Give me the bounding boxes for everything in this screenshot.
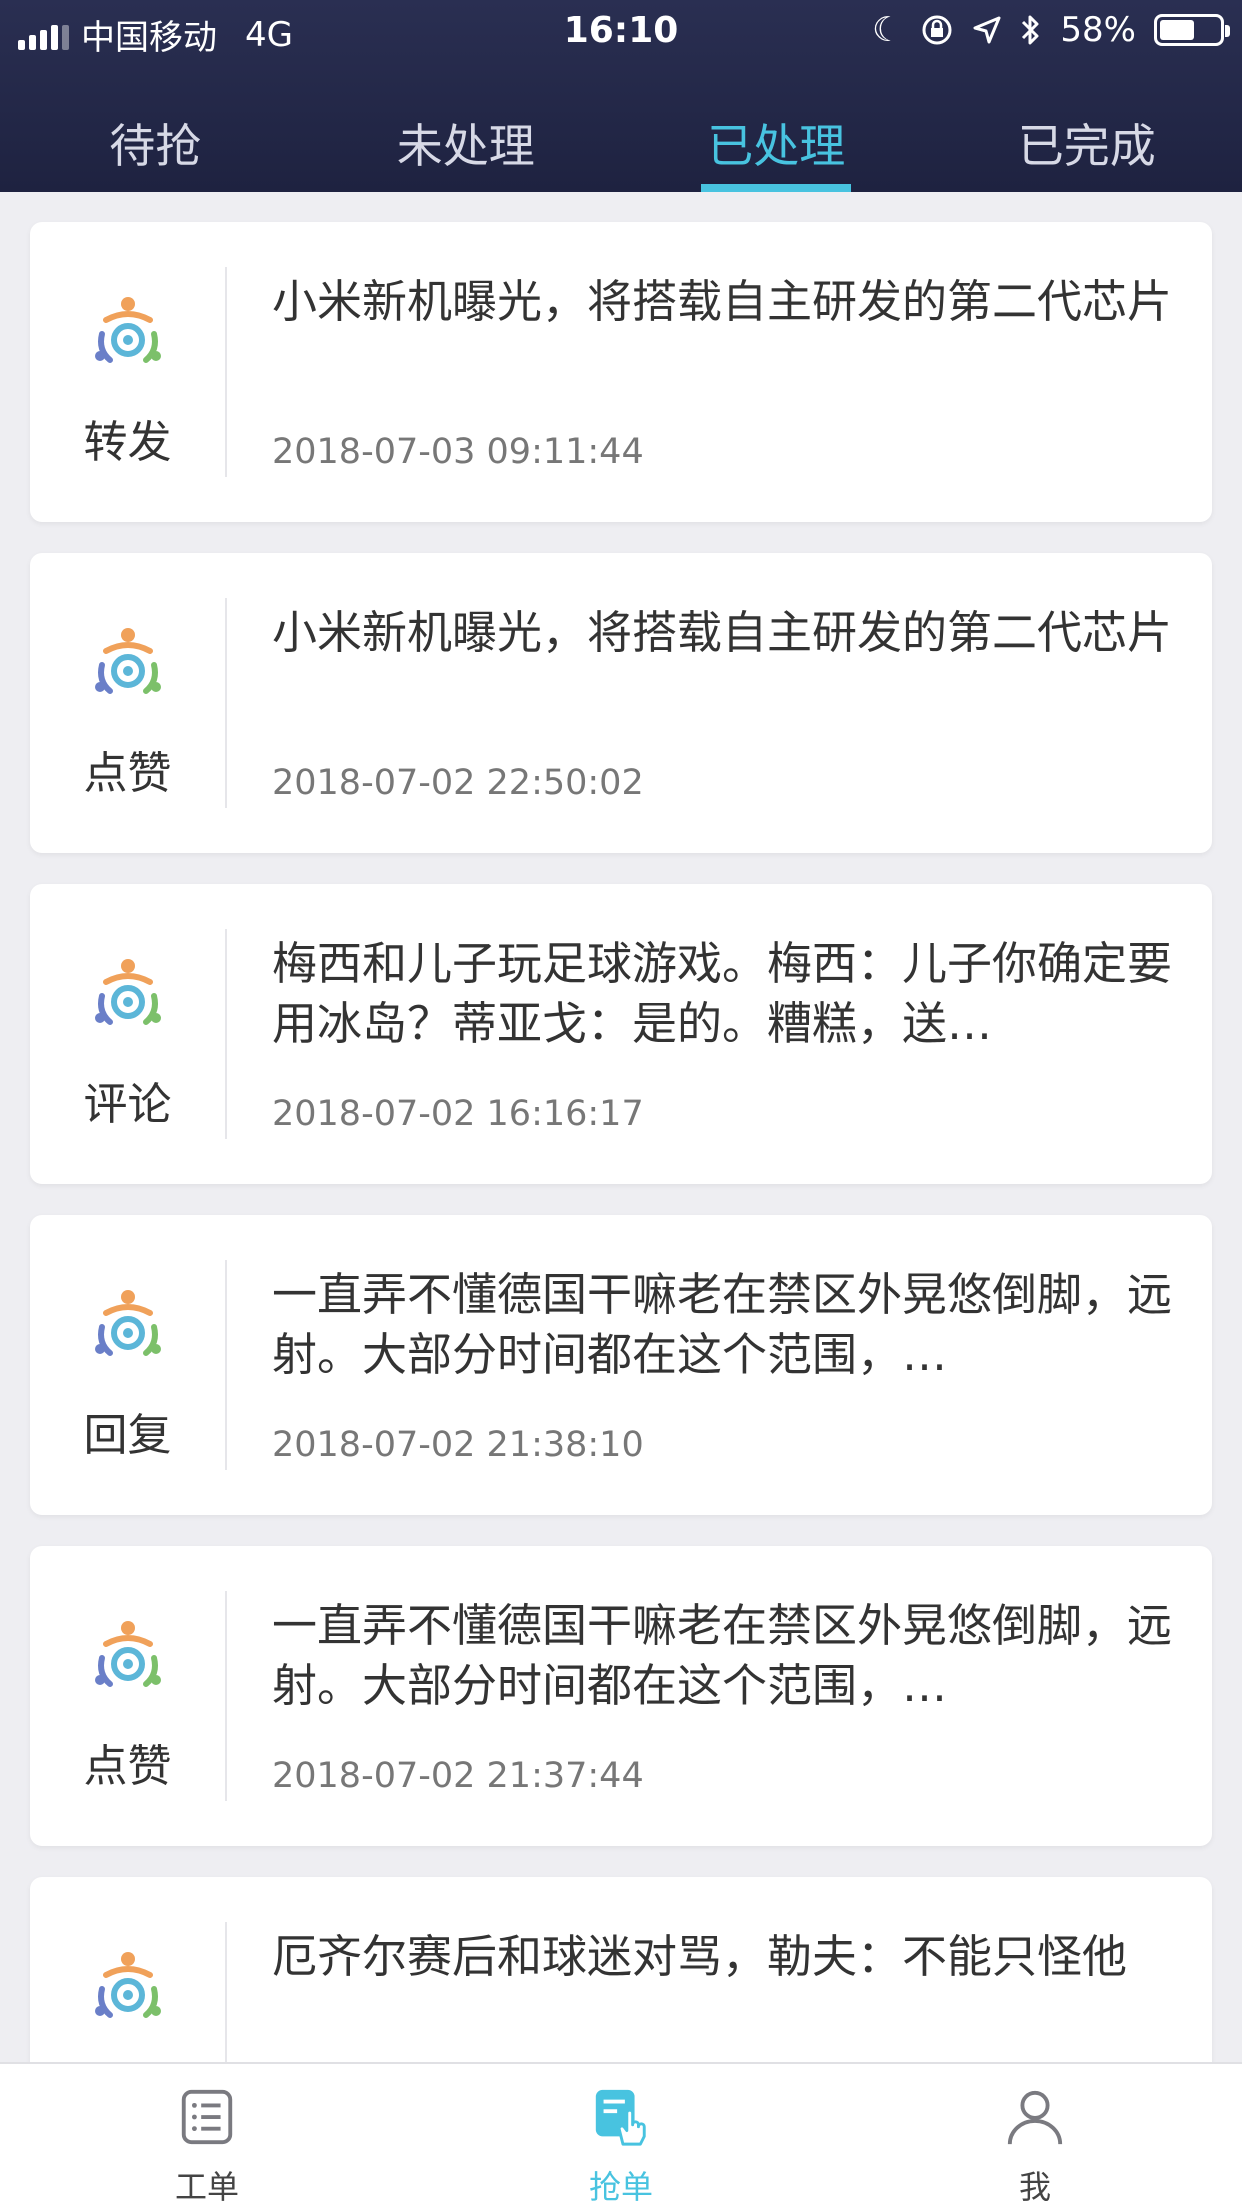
- item-timestamp: 2018-07-02 21:38:10: [272, 1425, 644, 1465]
- item-type-label: 转发: [83, 417, 172, 468]
- item-body: 小米新机曝光，将搭载自主研发的第二代芯片 2018-07-02 22:50:02: [272, 603, 1187, 803]
- list-item[interactable]: 回复 一直弄不懂德国干嘛老在禁区外晃悠倒脚，远射。大部分时间都在这个范围，… 2…: [30, 1215, 1212, 1515]
- app-logo-icon: [94, 628, 161, 694]
- battery-percent: 58%: [1060, 10, 1136, 50]
- item-timestamp: 2018-07-02 21:37:44: [272, 1756, 644, 1796]
- app-header: 中国移动 4G 16:10 ☾ 58% 待抢 未处理 已处理 已完成: [0, 0, 1242, 192]
- tab-unprocessed[interactable]: 未处理: [311, 100, 622, 192]
- nav-label: 抢单: [588, 2168, 653, 2206]
- nav-worklist[interactable]: 工单: [0, 2064, 414, 2208]
- item-type-column: 点赞: [30, 1546, 225, 1846]
- tab-processed[interactable]: 已处理: [621, 100, 932, 192]
- item-title: 厄齐尔赛后和球迷对骂，勒夫：不能只怪他: [272, 1930, 1128, 1983]
- nav-label: 工单: [174, 2168, 239, 2206]
- orientation-lock-icon: [922, 15, 952, 45]
- item-type-label: 回复: [83, 1410, 172, 1461]
- item-body: 一直弄不懂德国干嘛老在禁区外晃悠倒脚，远射。大部分时间都在这个范围，… 2018…: [272, 1596, 1187, 1796]
- divider: [225, 929, 227, 1139]
- list-item[interactable]: 点赞 一直弄不懂德国干嘛老在禁区外晃悠倒脚，远射。大部分时间都在这个范围，… 2…: [30, 1546, 1212, 1846]
- item-title: 一直弄不懂德国干嘛老在禁区外晃悠倒脚，远射。大部分时间都在这个范围，…: [272, 1599, 1173, 1712]
- item-title: 小米新机曝光，将搭载自主研发的第二代芯片: [272, 606, 1173, 659]
- tab-completed[interactable]: 已完成: [932, 100, 1242, 192]
- nav-grab-order[interactable]: 抢单: [414, 2064, 828, 2208]
- item-body: 厄齐尔赛后和球迷对骂，勒夫：不能只怪他: [272, 1927, 1187, 2062]
- item-timestamp: 2018-07-02 16:16:17: [272, 1094, 644, 1134]
- item-title: 梅西和儿子玩足球游戏。梅西：儿子你确定要用冰岛？蒂亚戈：是的。糟糕，送…: [272, 937, 1173, 1050]
- app-logo-icon: [94, 1290, 161, 1356]
- list-item[interactable]: 转发 小米新机曝光，将搭载自主研发的第二代芯片 2018-07-03 09:11…: [30, 222, 1212, 522]
- nav-label: 我: [1018, 2168, 1051, 2206]
- list-item[interactable]: 点赞 小米新机曝光，将搭载自主研发的第二代芯片 2018-07-02 22:50…: [30, 553, 1212, 853]
- item-type-column: 点赞: [30, 553, 225, 853]
- worklist-icon: [181, 2089, 233, 2145]
- item-type-label: 点赞: [83, 1741, 172, 1792]
- divider: [225, 1922, 227, 2062]
- battery-icon: [1154, 14, 1230, 46]
- tab-pending-grab[interactable]: 待抢: [0, 100, 311, 192]
- divider: [225, 267, 227, 477]
- moon-icon: ☾: [871, 10, 903, 50]
- item-body: 小米新机曝光，将搭载自主研发的第二代芯片 2018-07-03 09:11:44: [272, 272, 1187, 472]
- item-type-column: 评论: [30, 884, 225, 1184]
- item-type-label: 评论: [83, 1079, 172, 1130]
- item-type-label: 点赞: [83, 748, 172, 799]
- item-timestamp: 2018-07-02 22:50:02: [272, 763, 644, 803]
- divider: [225, 1591, 227, 1801]
- order-list[interactable]: 转发 小米新机曝光，将搭载自主研发的第二代芯片 2018-07-03 09:11…: [0, 192, 1242, 2062]
- app-logo-icon: [94, 1952, 161, 2018]
- list-item[interactable]: 评论 梅西和儿子玩足球游戏。梅西：儿子你确定要用冰岛？蒂亚戈：是的。糟糕，送… …: [30, 884, 1212, 1184]
- bluetooth-icon: [1022, 15, 1039, 45]
- app-logo-icon: [94, 297, 161, 363]
- bottom-nav: 工单 抢单 我: [0, 2062, 1242, 2208]
- active-tab-indicator: [701, 184, 852, 192]
- profile-icon: [1007, 2090, 1063, 2145]
- item-body: 梅西和儿子玩足球游戏。梅西：儿子你确定要用冰岛？蒂亚戈：是的。糟糕，送… 201…: [272, 934, 1187, 1134]
- item-title: 小米新机曝光，将搭载自主研发的第二代芯片: [272, 275, 1173, 328]
- item-type-column: [30, 1877, 225, 2062]
- app-logo-icon: [94, 1621, 161, 1687]
- item-body: 一直弄不懂德国干嘛老在禁区外晃悠倒脚，远射。大部分时间都在这个范围，… 2018…: [272, 1265, 1187, 1465]
- app-logo-icon: [94, 959, 161, 1025]
- item-type-column: 回复: [30, 1215, 225, 1515]
- tab-bar: 待抢 未处理 已处理 已完成: [0, 100, 1242, 192]
- location-icon: [973, 16, 1001, 44]
- item-type-column: 转发: [30, 222, 225, 522]
- divider: [225, 598, 227, 808]
- battery-fill: [1160, 20, 1194, 40]
- nav-profile[interactable]: 我: [828, 2064, 1242, 2208]
- status-bar: 中国移动 4G 16:10 ☾ 58%: [0, 0, 1242, 62]
- divider: [225, 1260, 227, 1470]
- item-title: 一直弄不懂德国干嘛老在禁区外晃悠倒脚，远射。大部分时间都在这个范围，…: [272, 1268, 1173, 1381]
- grab-order-icon: [595, 2089, 646, 2146]
- list-item[interactable]: 厄齐尔赛后和球迷对骂，勒夫：不能只怪他: [30, 1877, 1212, 2062]
- item-timestamp: 2018-07-03 09:11:44: [272, 432, 644, 472]
